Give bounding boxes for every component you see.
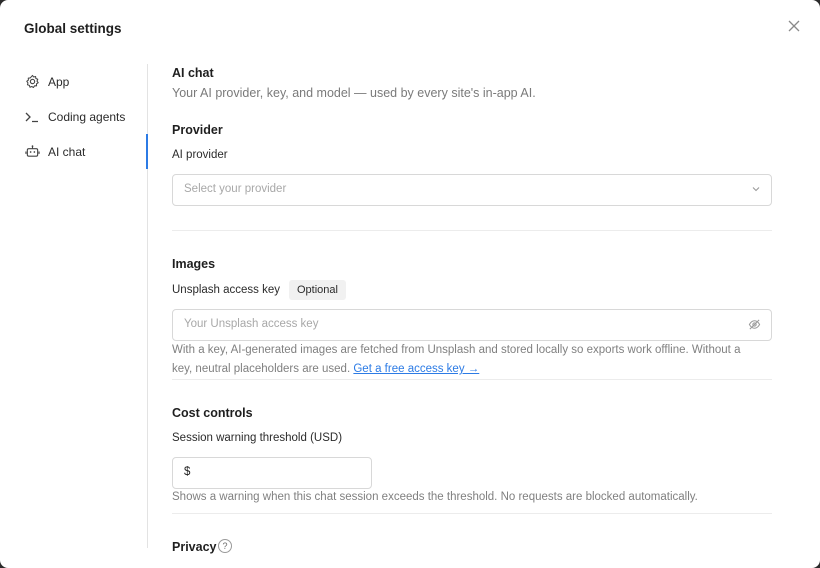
provider-select-placeholder: Select your provider (184, 183, 287, 195)
optional-badge: Optional (289, 280, 346, 300)
robot-icon (24, 144, 40, 160)
unsplash-help-line2: key, neutral placeholders are used. (172, 363, 351, 375)
settings-dialog: Global settings App Coding agents AI cha… (0, 0, 820, 568)
close-icon (788, 20, 800, 32)
threshold-help: Shows a warning when this chat session e… (172, 491, 698, 503)
settings-content: AI chat Your AI provider, key, and model… (172, 64, 772, 568)
sidebar: App Coding agents AI chat (0, 64, 148, 548)
page-subtitle: Your AI provider, key, and model — used … (172, 86, 536, 100)
unsplash-help-line1: With a key, AI-generated images are fetc… (172, 344, 741, 356)
cost-heading: Cost controls (172, 406, 253, 420)
sidebar-item-coding-agents[interactable]: Coding agents (0, 99, 147, 134)
unsplash-help: With a key, AI-generated images are fetc… (172, 341, 772, 379)
sidebar-item-label: Coding agents (48, 109, 126, 124)
sidebar-item-label: App (48, 74, 70, 89)
sidebar-item-ai-chat[interactable]: AI chat (0, 134, 148, 169)
terminal-icon (24, 109, 40, 125)
eye-off-icon[interactable] (748, 318, 761, 336)
sidebar-item-app[interactable]: App (0, 64, 147, 99)
section-divider (172, 513, 772, 514)
unsplash-key-label: Unsplash access key (172, 284, 281, 296)
page-title: AI chat (172, 66, 214, 80)
dialog-title: Global settings (24, 21, 122, 36)
images-heading: Images (172, 257, 216, 271)
provider-select[interactable]: Select your provider (172, 174, 772, 206)
threshold-input[interactable]: $ (172, 457, 372, 489)
sidebar-item-label: AI chat (48, 144, 86, 159)
provider-label: AI provider (172, 149, 228, 161)
get-access-key-link[interactable]: Get a free access key → (353, 363, 479, 375)
currency-symbol: $ (184, 466, 191, 478)
section-divider (172, 230, 772, 231)
close-button[interactable] (783, 15, 805, 37)
help-icon[interactable]: ? (218, 539, 232, 553)
unsplash-key-placeholder: Your Unsplash access key (184, 318, 319, 330)
provider-heading: Provider (172, 123, 223, 137)
unsplash-help-line2-wrap: key, neutral placeholders are used. Get … (172, 360, 772, 379)
chevron-down-icon (752, 187, 760, 192)
section-divider (172, 379, 772, 380)
privacy-heading: Privacy (172, 540, 217, 554)
threshold-label: Session warning threshold (USD) (172, 432, 343, 444)
unsplash-key-input[interactable]: Your Unsplash access key (172, 309, 772, 341)
gear-icon (24, 74, 40, 90)
